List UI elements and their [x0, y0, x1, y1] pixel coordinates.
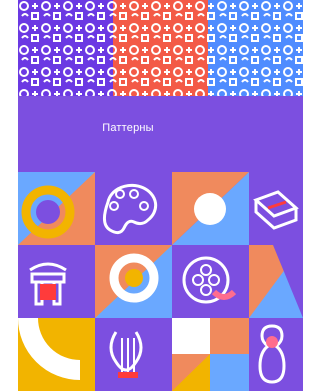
patterns-card: Паттерны — [0, 0, 303, 391]
ring-and-shapes-tile — [95, 245, 172, 318]
pattern-purple — [18, 0, 113, 96]
circle-tile — [172, 172, 249, 245]
film-reel-icon — [172, 245, 249, 318]
matryoshka-icon — [249, 318, 303, 391]
blocks-tile — [172, 318, 249, 391]
top-pattern-strip — [18, 0, 303, 96]
palette-icon — [95, 172, 172, 245]
column-capital-icon — [18, 245, 95, 318]
pattern-blue — [208, 0, 303, 96]
lyre-icon — [95, 318, 172, 391]
arc-tile — [18, 317, 95, 391]
book-icon — [249, 172, 303, 245]
pattern-tiles-grid — [18, 172, 303, 391]
ring-tile — [18, 172, 95, 245]
triangle-tile — [249, 245, 303, 318]
page-title: Паттерны — [102, 122, 154, 134]
pattern-red — [113, 0, 208, 96]
